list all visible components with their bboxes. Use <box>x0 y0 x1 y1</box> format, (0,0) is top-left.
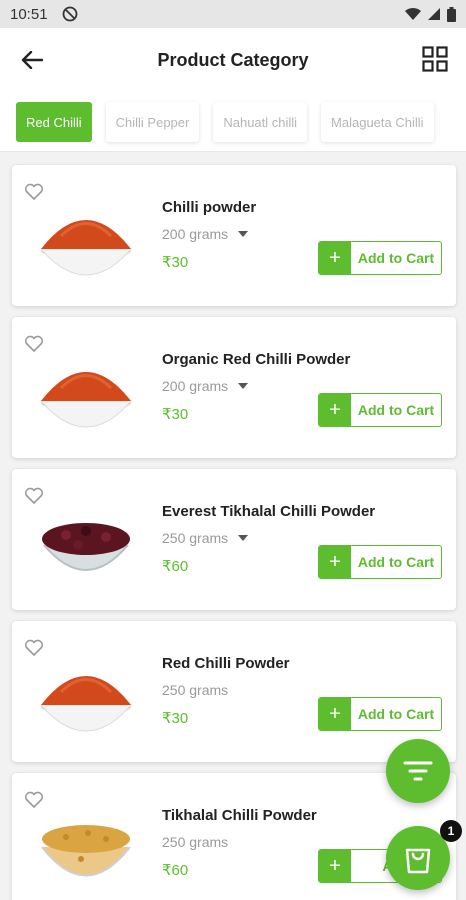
add-to-cart-label: Add to Cart <box>357 402 435 418</box>
product-price: ₹30 <box>162 406 189 423</box>
product-price: ₹30 <box>162 710 189 727</box>
plus-icon: + <box>319 698 351 730</box>
product-name[interactable]: Red Chilli Powder <box>162 655 290 672</box>
category-chip[interactable]: Chilli Pepper <box>105 102 200 142</box>
arrow-left-icon <box>21 51 43 69</box>
category-chip[interactable]: Red Chilli <box>16 102 92 142</box>
weight-selector: 250 grams <box>162 834 228 850</box>
product-card[interactable]: Chilli powder 200 grams ₹30 + Add to Cart <box>12 165 456 306</box>
add-to-cart-button[interactable]: + Add to Cart <box>318 393 442 427</box>
filter-button[interactable] <box>386 739 450 803</box>
grid-view-button[interactable] <box>422 46 448 72</box>
chevron-down-icon <box>238 535 249 541</box>
battery-icon <box>447 6 456 22</box>
status-time: 10:51 <box>10 5 48 23</box>
product-name[interactable]: Everest Tikhalal Chilli Powder <box>162 503 375 520</box>
plus-icon: + <box>319 394 351 426</box>
status-bar: 10:51 <box>0 0 466 28</box>
weight-selector[interactable]: 250 grams <box>162 530 249 546</box>
product-name[interactable]: Tikhalal Chilli Powder <box>162 807 317 824</box>
product-price: ₹30 <box>162 254 189 271</box>
product-name[interactable]: Chilli powder <box>162 199 256 216</box>
product-weight: 200 grams <box>162 226 229 242</box>
product-image[interactable] <box>36 647 136 733</box>
add-to-cart-button[interactable]: + Add to Cart <box>318 241 442 275</box>
product-weight: 200 grams <box>162 378 229 394</box>
category-chip[interactable]: Malagueta Chilli <box>321 102 434 142</box>
product-list: Chilli powder 200 grams ₹30 + Add to Cart Org… <box>12 165 456 900</box>
product-image[interactable] <box>36 343 136 429</box>
chevron-down-icon <box>238 383 249 389</box>
product-weight: 250 grams <box>162 682 229 698</box>
signal-icon <box>428 8 440 20</box>
weight-selector: 250 grams <box>162 682 228 698</box>
product-image[interactable] <box>36 191 136 277</box>
app-header: Product Category <box>0 28 466 92</box>
product-card[interactable]: Organic Red Chilli Powder 200 grams ₹30 + Ad… <box>12 317 456 458</box>
plus-icon: + <box>319 242 351 274</box>
back-button[interactable] <box>18 46 46 74</box>
product-name[interactable]: Organic Red Chilli Powder <box>162 351 350 368</box>
chevron-down-icon <box>238 231 249 237</box>
add-to-cart-button[interactable]: + Add to Cart <box>318 697 442 731</box>
product-weight: 250 grams <box>162 530 229 546</box>
shopping-bag-icon <box>405 848 431 874</box>
product-image[interactable] <box>36 495 136 581</box>
category-chips: Red Chilli Chilli Pepper Nahuatl chilli Mal… <box>0 92 466 152</box>
product-card[interactable]: Everest Tikhalal Chilli Powder 250 grams ₹… <box>12 469 456 610</box>
page-title: Product Category <box>157 49 309 70</box>
add-to-cart-label: Add to Cart <box>357 706 435 722</box>
product-card[interactable]: Tikhalal Chilli Powder250 grams₹60+Add <box>12 773 456 900</box>
grid-view-icon <box>422 46 448 72</box>
product-image[interactable] <box>36 799 136 885</box>
weight-selector[interactable]: 200 grams <box>162 378 249 394</box>
product-price: ₹60 <box>162 558 189 575</box>
add-to-cart-label: Add to Cart <box>357 554 435 570</box>
category-chip[interactable]: Nahuatl chilli <box>213 102 308 142</box>
product-price: ₹60 <box>162 862 189 879</box>
wifi-icon <box>405 7 421 21</box>
product-weight: 250 grams <box>162 834 229 850</box>
weight-selector[interactable]: 200 grams <box>162 226 249 242</box>
add-to-cart-button[interactable]: + Add to Cart <box>318 545 442 579</box>
dnd-icon <box>62 6 77 22</box>
cart-count-badge: 1 <box>440 820 462 842</box>
plus-icon: + <box>319 850 351 882</box>
status-icons <box>405 6 456 22</box>
add-to-cart-label: Add to Cart <box>357 250 435 266</box>
filter-icon <box>403 761 433 781</box>
product-card[interactable]: Red Chilli Powder 250 grams ₹30 + Add to Car… <box>12 621 456 762</box>
plus-icon: + <box>319 546 351 578</box>
